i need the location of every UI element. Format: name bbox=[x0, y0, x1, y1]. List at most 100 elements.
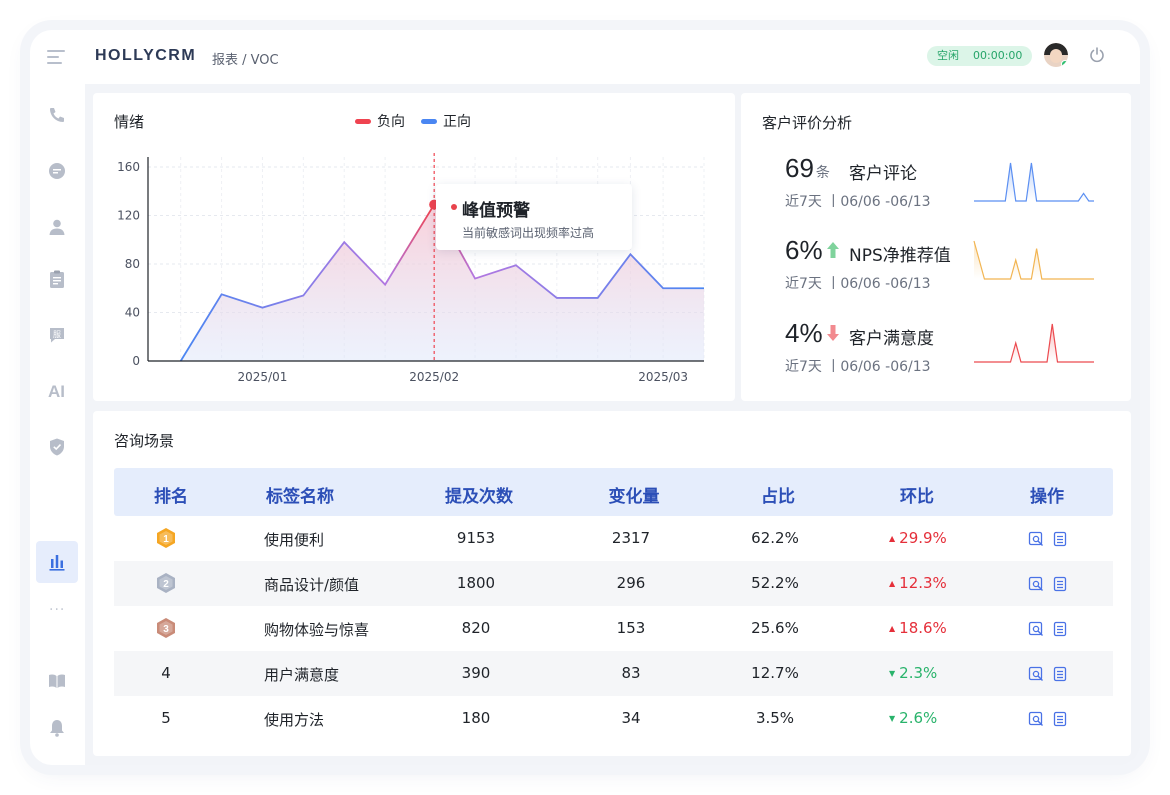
metric-unit: 条 bbox=[815, 164, 830, 180]
change-amount: 2317 bbox=[611, 529, 651, 547]
change-amount: 296 bbox=[616, 574, 646, 592]
ratio-value: 52.2% bbox=[751, 574, 799, 592]
table-row[interactable]: 4 用户满意度 390 83 12.7% ▼ 2.3% bbox=[114, 651, 1113, 696]
scenes-card: 咨询场景 排名 标签名称 提及次数 变化量 占比 环比 操作 1 使用便利 9153… bbox=[93, 411, 1131, 756]
metric-range: 近7天 丨06/06 -06/13 bbox=[785, 359, 931, 375]
tag-name: 用户满意度 bbox=[264, 666, 340, 684]
tag-name: 商品设计/颜值 bbox=[264, 576, 360, 594]
col-ratio[interactable]: 占比 bbox=[761, 482, 795, 507]
menu-toggle-icon[interactable] bbox=[47, 50, 65, 64]
svg-text:服: 服 bbox=[53, 330, 61, 339]
y-tick-label: 40 bbox=[125, 306, 140, 320]
service-icon[interactable]: 服 bbox=[47, 325, 67, 345]
rank-medal-icon: 2 bbox=[157, 573, 175, 593]
tooltip-text: 当前敏感词出现频率过高 bbox=[462, 226, 595, 240]
metric-range: 近7天 丨06/06 -06/13 bbox=[785, 276, 931, 292]
metric-label: 客户满意度 bbox=[849, 329, 934, 349]
arrow-up-icon: ▲ bbox=[889, 534, 896, 543]
col-label[interactable]: 标签名称 bbox=[266, 482, 334, 507]
tag-name: 使用便利 bbox=[264, 531, 325, 549]
rank-medal-icon: 1 bbox=[157, 528, 175, 548]
bell-icon[interactable] bbox=[47, 718, 67, 738]
x-tick-label: 2025/02 bbox=[409, 370, 459, 384]
table-row[interactable]: 2 商品设计/颜值 1800 296 52.2% ▲ 12.3% bbox=[114, 561, 1113, 606]
mom-value: ▲ 29.9% bbox=[889, 529, 947, 547]
phone-icon[interactable] bbox=[47, 105, 67, 125]
view-detail-icon[interactable] bbox=[1028, 666, 1044, 682]
view-detail-icon[interactable] bbox=[1028, 711, 1044, 727]
peak-warning-tooltip: 峰值预警 当前敏感词出现频率过高 bbox=[436, 184, 632, 250]
ratio-value: 25.6% bbox=[751, 619, 799, 637]
view-detail-icon[interactable] bbox=[1028, 576, 1044, 592]
book-icon[interactable] bbox=[47, 671, 67, 691]
trend-down-icon bbox=[827, 325, 839, 341]
col-change[interactable]: 变化量 bbox=[609, 482, 660, 507]
sparkline-area bbox=[974, 241, 1094, 279]
clipboard-icon[interactable] bbox=[47, 269, 67, 289]
sparkline-area bbox=[974, 324, 1094, 362]
user-icon[interactable] bbox=[47, 217, 67, 237]
rank-medal-number: 1 bbox=[163, 534, 169, 545]
change-amount: 34 bbox=[621, 709, 641, 727]
mom-value: ▲ 18.6% bbox=[889, 619, 947, 637]
document-icon[interactable] bbox=[1052, 621, 1068, 637]
app-frame: HOLLYCRM 报表 / VOC 空闲 00:00:00 服 AI ··· 情… bbox=[30, 30, 1140, 765]
mention-count: 9153 bbox=[456, 529, 496, 547]
y-tick-label: 80 bbox=[125, 257, 140, 271]
agent-status-badge[interactable]: 空闲 00:00:00 bbox=[927, 46, 1033, 66]
document-icon[interactable] bbox=[1052, 576, 1068, 592]
metric-value: 6% bbox=[785, 235, 823, 265]
mom-value: ▼ 2.6% bbox=[889, 709, 937, 727]
table-row[interactable]: 3 购物体验与惊喜 820 153 25.6% ▲ 18.6% bbox=[114, 606, 1113, 651]
metric-value: 69 bbox=[785, 153, 814, 183]
rank-number: 4 bbox=[161, 664, 171, 682]
change-amount: 83 bbox=[621, 664, 641, 682]
tooltip-title: 峰值预警 bbox=[462, 201, 530, 221]
document-icon[interactable] bbox=[1052, 711, 1068, 727]
view-detail-icon[interactable] bbox=[1028, 621, 1044, 637]
metric-satisfaction[interactable]: 4% 客户满意度 近7天 丨06/06 -06/13 bbox=[741, 318, 1131, 388]
trend-up-icon bbox=[827, 242, 839, 258]
breadcrumb[interactable]: 报表 / VOC bbox=[212, 49, 279, 68]
tag-name: 使用方法 bbox=[264, 711, 325, 729]
status-label: 空闲 bbox=[937, 49, 959, 62]
mom-value: ▼ 2.3% bbox=[889, 664, 937, 682]
mom-percent: 12.3% bbox=[899, 574, 947, 592]
emotion-area-chart[interactable]: 0 40 80 120 160 2025/01 2025/02 2025/03 bbox=[93, 93, 735, 401]
more-icon[interactable]: ··· bbox=[49, 602, 65, 618]
mom-percent: 18.6% bbox=[899, 619, 947, 637]
mom-percent: 2.6% bbox=[899, 709, 938, 727]
metric-nps[interactable]: 6% NPS净推荐值 近7天 丨06/06 -06/13 bbox=[741, 235, 1131, 305]
status-timer: 00:00:00 bbox=[973, 49, 1023, 62]
col-mentions[interactable]: 提及次数 bbox=[445, 482, 513, 507]
brand-logo: HOLLYCRM bbox=[95, 47, 197, 64]
view-detail-icon[interactable] bbox=[1028, 531, 1044, 547]
metric-reviews[interactable]: 69 条 客户评论 近7天 丨06/06 -06/13 bbox=[741, 153, 1131, 223]
sparkline bbox=[973, 240, 1094, 280]
power-icon[interactable] bbox=[1088, 46, 1106, 64]
scenes-title: 咨询场景 bbox=[114, 432, 175, 450]
ai-assistant-icon[interactable]: AI bbox=[48, 382, 68, 402]
table-row[interactable]: 5 使用方法 180 34 3.5% ▼ 2.6% bbox=[114, 696, 1113, 741]
metric-value: 4% bbox=[785, 318, 823, 348]
arrow-up-icon: ▲ bbox=[889, 579, 896, 588]
metric-label: NPS净推荐值 bbox=[849, 246, 951, 266]
table-row[interactable]: 1 使用便利 9153 2317 62.2% ▲ 29.9% bbox=[114, 516, 1113, 561]
x-tick-label: 2025/03 bbox=[638, 370, 688, 384]
chat-icon[interactable] bbox=[47, 161, 67, 181]
sparkline-line bbox=[974, 323, 1094, 363]
mom-percent: 2.3% bbox=[899, 664, 938, 682]
avatar[interactable] bbox=[1044, 43, 1068, 67]
document-icon[interactable] bbox=[1052, 531, 1068, 547]
document-icon[interactable] bbox=[1052, 666, 1068, 682]
sparkline bbox=[974, 162, 1094, 202]
col-rank[interactable]: 排名 bbox=[154, 482, 188, 507]
online-status-icon bbox=[1061, 60, 1068, 67]
evaluation-card: 客户评价分析 69 条 客户评论 近7天 丨06/06 -06/13 6% NPS… bbox=[741, 93, 1131, 401]
rank-medal-number: 2 bbox=[163, 579, 169, 590]
shield-icon[interactable] bbox=[47, 437, 67, 457]
chart-icon[interactable] bbox=[47, 552, 67, 572]
col-mom[interactable]: 环比 bbox=[900, 482, 934, 507]
arrow-down-icon: ▼ bbox=[889, 714, 896, 723]
mention-count: 390 bbox=[461, 664, 491, 682]
